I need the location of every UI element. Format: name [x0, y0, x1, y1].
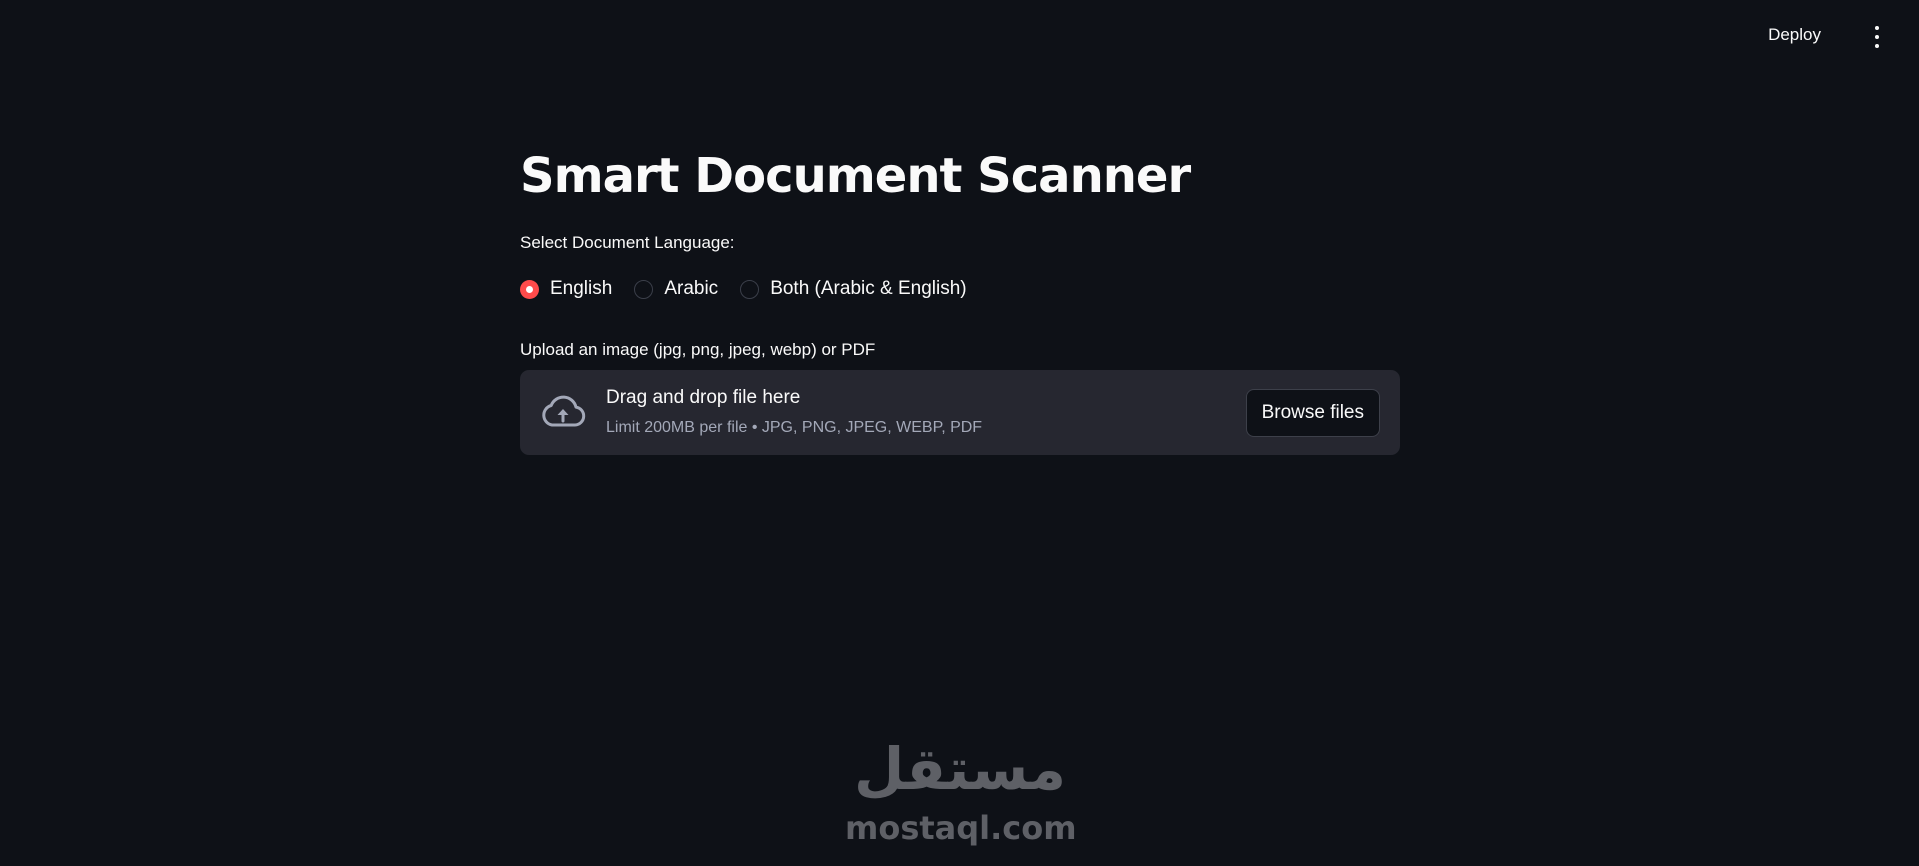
kebab-menu-icon[interactable]: [1872, 26, 1882, 48]
menu-dot: [1875, 26, 1879, 30]
upload-limit-text: Limit 200MB per file • JPG, PNG, JPEG, W…: [606, 419, 983, 436]
cloud-upload-icon: [542, 395, 586, 427]
radio-unchecked-icon[interactable]: [740, 279, 760, 299]
upload-label: Upload an image (jpg, png, jpeg, webp) o…: [520, 340, 876, 359]
watermark-latin-text: mostaql.com: [845, 809, 1077, 847]
language-radio-group: English Arabic Both (Arabic & English): [520, 278, 989, 300]
file-dropzone[interactable]: Drag and drop file here Limit 200MB per …: [520, 370, 1400, 455]
radio-option-both[interactable]: Both (Arabic & English): [740, 278, 967, 300]
app-page: Deploy Smart Document Scanner Select Doc…: [0, 0, 1919, 866]
radio-label: Both (Arabic & English): [770, 278, 967, 299]
drop-instruction: Drag and drop file here: [606, 387, 801, 408]
deploy-button[interactable]: Deploy: [1768, 25, 1821, 45]
browse-files-button[interactable]: Browse files: [1245, 389, 1380, 437]
radio-label: English: [550, 278, 613, 299]
radio-option-english[interactable]: English: [520, 278, 612, 300]
radio-checked-icon[interactable]: [520, 279, 539, 299]
app-header: Deploy: [0, 0, 1919, 74]
page-title: Smart Document Scanner: [520, 148, 1191, 204]
watermark-arabic-text: مستقل: [853, 735, 1067, 803]
menu-dot: [1875, 35, 1879, 39]
main-content: Smart Document Scanner Select Document L…: [520, 140, 1400, 455]
watermark-logo: مستقل mostaql.com: [845, 735, 1077, 850]
radio-unchecked-icon[interactable]: [634, 279, 654, 299]
radio-option-arabic[interactable]: Arabic: [634, 278, 718, 300]
radio-label: Arabic: [664, 278, 719, 299]
menu-dot: [1875, 44, 1879, 48]
language-label: Select Document Language:: [520, 233, 735, 252]
